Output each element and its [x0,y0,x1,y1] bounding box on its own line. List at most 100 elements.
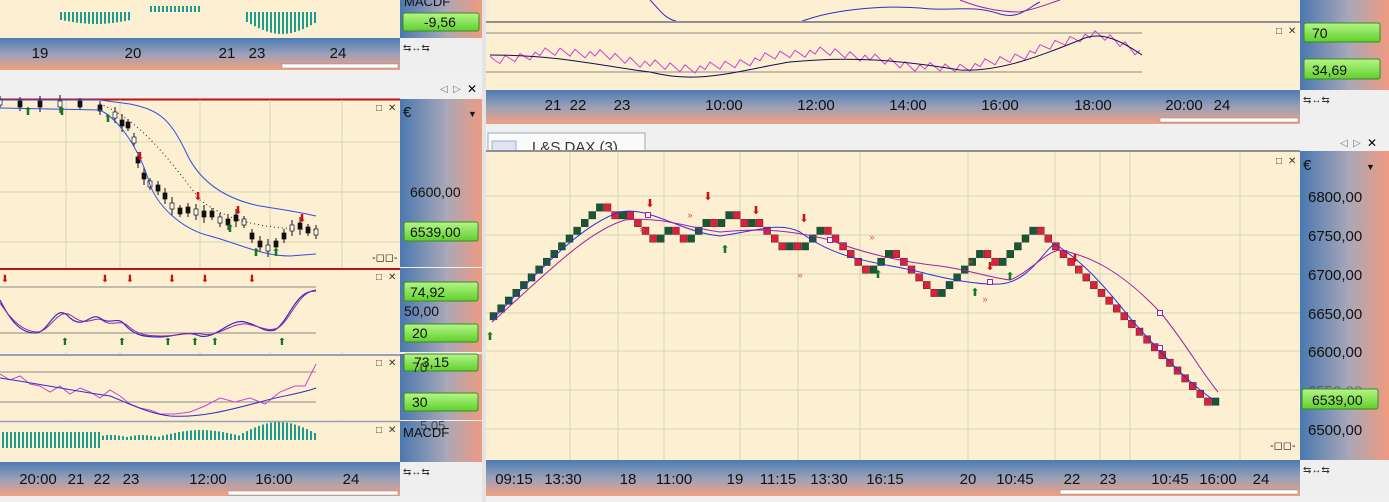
macd-bar [62,432,64,448]
x-tick-label: 20 [125,45,142,62]
renko-scroll-right-icon[interactable]: ▷ [1353,138,1361,149]
scroll-right-icon[interactable]: ▷ [453,84,461,95]
macd-bar [80,12,82,24]
top-right-scrollbar[interactable] [1159,117,1299,123]
macd-bar [96,12,98,24]
macd-bar [46,432,48,448]
macd-bar [150,6,152,12]
top-left-scrollbar[interactable] [281,63,399,69]
candle-body [37,100,43,108]
x-tick-label: 18 [620,471,637,488]
top-left-panel: MACDF -9,56 19 20 21 23 24 ⇆↔⇆ [0,0,482,70]
macd-bar [234,434,236,440]
link-icon[interactable]: -◻◻- [372,252,398,264]
up-brick [596,203,604,212]
up-brick [1006,250,1014,258]
left-price-tick: 6600,00 [410,184,461,200]
signal-chevron-icon: » [982,294,987,304]
x-tick-label: 18:00 [1074,97,1112,114]
down-brick [862,265,870,274]
left-pane-close-icon[interactable]: ✕ [388,103,396,114]
left-zoom-controls-icon[interactable]: ⇆↔⇆ [403,467,430,478]
x-tick-label: 19 [32,45,49,62]
buy-arrow-icon: ⬆ [271,247,280,259]
macd-bar [162,6,164,12]
macd-bar [262,424,264,440]
macd-bar [166,6,168,12]
renko-close-icon[interactable]: ✕ [1367,136,1377,150]
panel-divider [0,70,484,82]
macd-bar [182,6,184,12]
candle-body [185,206,191,214]
sell-arrow-icon: ⬇ [703,191,712,203]
close-icon[interactable]: ✕ [467,82,477,96]
macd-bar [274,12,276,34]
down-brick [1105,296,1113,305]
down-brick [733,211,741,220]
up-brick [1021,234,1030,243]
rsi-pane-minimize-icon[interactable]: □ [376,358,382,369]
macd-bar [114,435,116,440]
stoch-pane-minimize-icon[interactable]: □ [376,272,382,283]
left-pane-minimize-icon[interactable]: □ [376,103,382,114]
renko-scroll-left-icon[interactable]: ◁ [1340,138,1348,149]
renko-link-icon[interactable]: -◻◻- [1270,440,1296,452]
y-tick-label: 6600,00 [1308,344,1362,361]
tr-zoom-controls-icon[interactable]: ⇆↔⇆ [1303,95,1330,106]
sell-arrow-icon: ⬇ [193,191,202,203]
left-scrollbar[interactable] [227,490,399,496]
macd-pane-close-icon[interactable]: ✕ [388,425,396,436]
macd-bar [158,436,160,440]
macd-bar [102,435,104,440]
renko-scrollbar[interactable] [1059,489,1299,495]
macd-bar [314,433,316,440]
macd-bar [104,12,106,24]
macd-bar [38,432,40,448]
sell-arrow-icon: ⬇ [645,198,654,210]
up-brick [702,219,710,227]
buy-arrow-icon: ⬆ [1005,271,1014,283]
zoom-controls-icon[interactable]: ⇆↔⇆ [403,43,430,54]
macd-pane-minimize-icon[interactable]: □ [376,425,382,436]
macd-bar [310,431,312,440]
tr-pane-minimize-icon[interactable]: □ [1276,26,1282,37]
up-brick [976,250,984,258]
down-brick [649,234,657,243]
tr-pane-close-icon[interactable]: ✕ [1288,26,1296,37]
renko-pane-minimize-icon[interactable]: □ [1276,156,1282,167]
macd-bar [170,433,172,440]
vertical-splitter[interactable] [482,0,486,502]
x-tick-label: 10:45 [1151,471,1189,488]
up-brick [687,234,695,243]
x-tick-label: 21 [219,45,236,62]
rsi-pane-close-icon[interactable]: ✕ [388,358,396,369]
macd-bar [162,435,164,440]
renko-dropdown-icon[interactable]: ▼ [1366,162,1375,172]
macd-bar [126,436,128,440]
down-brick [603,203,612,212]
buy-arrow-icon: ⬆ [211,337,219,348]
macd-bar [72,12,74,23]
renko-zoom-controls-icon[interactable]: ⇆↔⇆ [1303,465,1330,476]
ma-marker [827,237,833,243]
up-brick [999,257,1007,266]
macd-bar [50,432,52,448]
macd-bar [250,12,252,25]
stoch-pane-close-icon[interactable]: ✕ [388,272,396,283]
signal-chevron-icon: » [869,232,874,242]
left-dropdown-icon[interactable]: ▼ [468,109,477,119]
down-brick [1173,366,1182,375]
up-brick [786,242,794,251]
x-tick-label: 10:00 [705,97,743,114]
x-tick-label: 23 [249,45,266,62]
scroll-left-icon[interactable]: ◁ [440,84,448,95]
ma-marker [645,212,651,218]
macd-bar [68,12,70,22]
renko-pane-close-icon[interactable]: ✕ [1288,156,1296,167]
macd-bar [122,436,124,440]
candle-body [141,172,147,180]
left-price-value: 6539,00 [410,224,461,240]
x-tick-label: 11:15 [760,471,796,488]
macd-bar [306,429,308,440]
macd-bar [142,435,144,440]
